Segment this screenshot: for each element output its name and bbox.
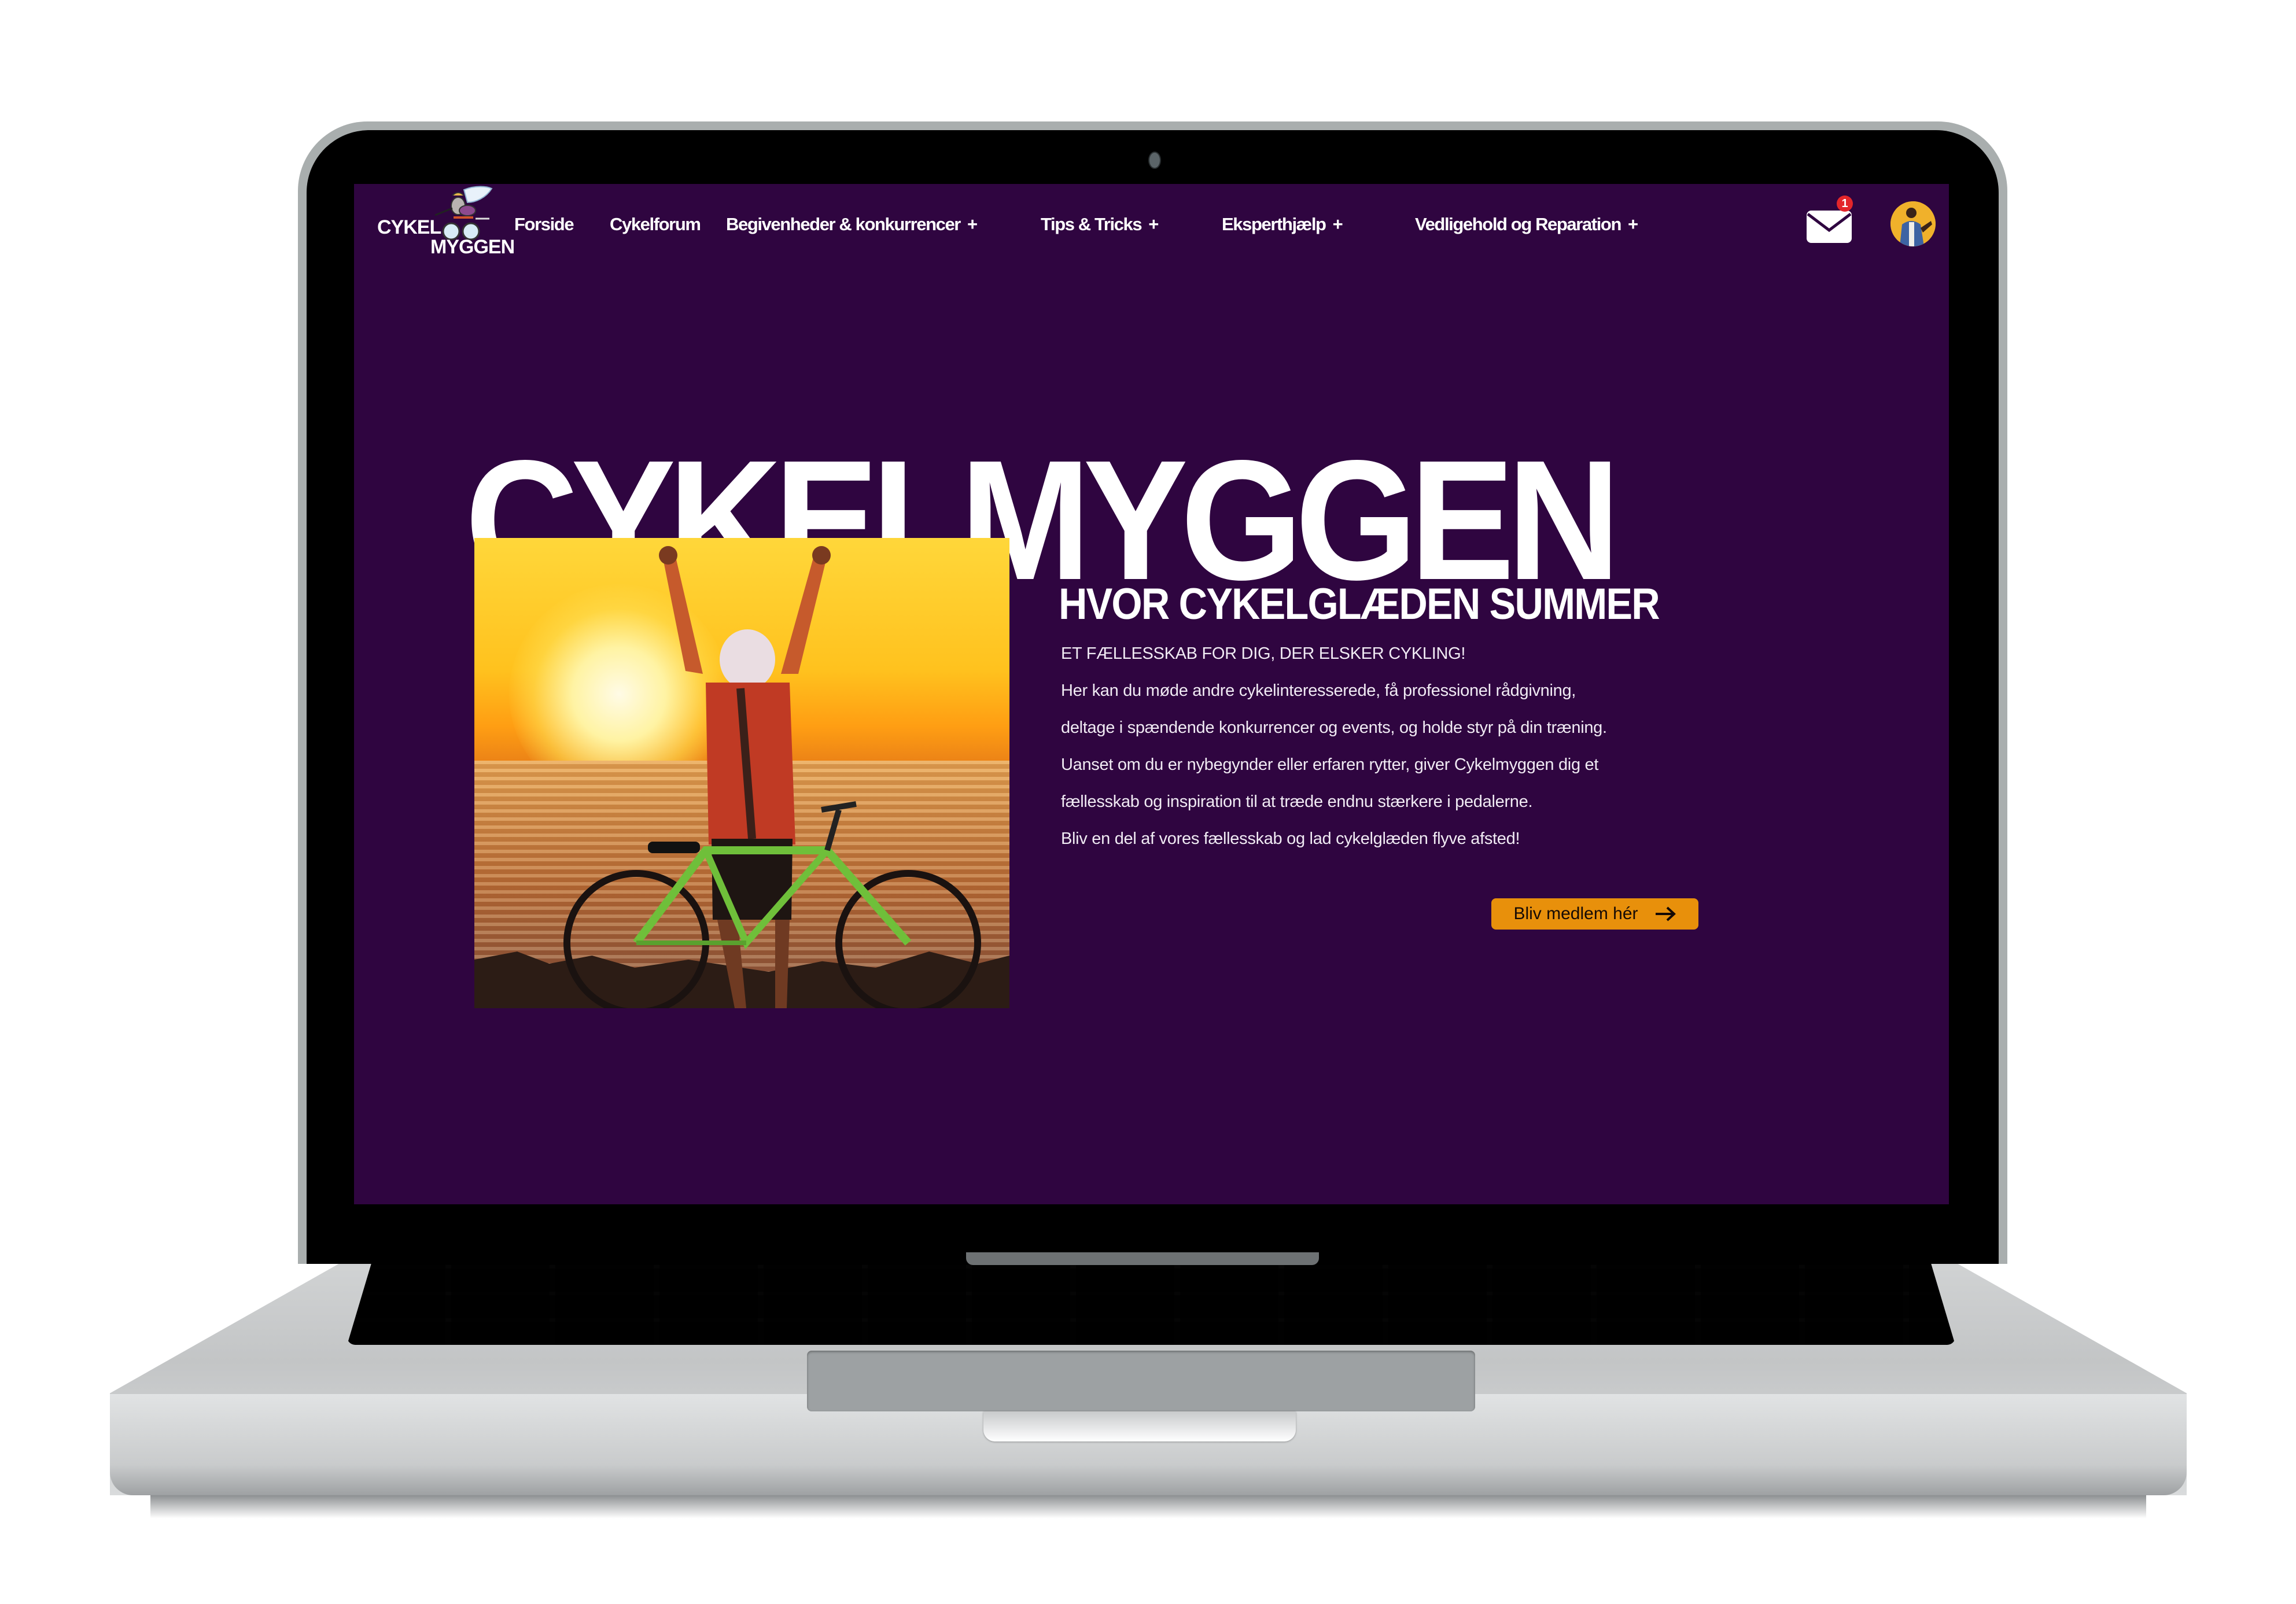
laptop-hinge	[966, 1252, 1319, 1265]
nav-item-eksperthjaelp[interactable]: Eksperthjælp +	[1222, 214, 1343, 235]
laptop-keyboard	[347, 1264, 1955, 1345]
laptop-lid-notch	[983, 1411, 1296, 1441]
plus-icon: +	[967, 214, 978, 234]
hero-subtitle: HVOR CYKELGLÆDEN SUMMER	[1059, 580, 1660, 629]
nav-item-label: Begivenheder & konkurrencer	[726, 214, 961, 234]
hero-text-line: Uanset om du er nybegynder eller erfaren…	[1061, 755, 1599, 774]
plus-icon: +	[1627, 214, 1638, 234]
user-avatar[interactable]	[1890, 201, 1936, 246]
nav-item-begivenheder[interactable]: Begivenheder & konkurrencer +	[726, 214, 978, 235]
nav-item-cykelforum[interactable]: Cykelforum	[610, 214, 701, 235]
plus-icon: +	[1148, 214, 1159, 234]
logo-text-myggen: MYGGEN	[430, 236, 515, 258]
notification-badge: 1	[1837, 196, 1853, 212]
nav-item-label: Eksperthjælp	[1222, 214, 1326, 234]
user-photo-icon	[1890, 201, 1936, 246]
hero-body: ET FÆLLESSKAB FOR DIG, DER ELSKER CYKLIN…	[1061, 635, 1755, 857]
hero-text-line: deltage i spændende konkurrencer og even…	[1061, 718, 1607, 737]
nav-item-label: Tips & Tricks	[1041, 214, 1143, 234]
plus-icon: +	[1332, 214, 1343, 234]
nav-item-tips-tricks[interactable]: Tips & Tricks +	[1041, 214, 1159, 235]
website-viewport: CYKEL MYGGEN Forside Cykelforum Begivenh…	[354, 184, 1949, 1204]
hero-text-line: Bliv en del af vores fællesskab og lad c…	[1061, 829, 1520, 848]
hero-tagline: ET FÆLLESSKAB FOR DIG, DER ELSKER CYKLIN…	[1061, 644, 1466, 663]
nav-item-vedligehold[interactable]: Vedligehold og Reparation +	[1415, 214, 1638, 235]
laptop-trackpad	[807, 1351, 1475, 1411]
cyclist-silhouette	[563, 546, 981, 1008]
webcam-icon	[1148, 152, 1161, 169]
hero-image	[474, 538, 1009, 1008]
nav-item-label: Cykelforum	[610, 214, 701, 234]
site-logo[interactable]: CYKEL MYGGEN	[377, 184, 516, 259]
hero-text-line: fællesskab og inspiration til at træde e…	[1061, 792, 1533, 811]
site-header: CYKEL MYGGEN Forside Cykelforum Begivenh…	[354, 184, 1949, 265]
become-member-label: Bliv medlem hér	[1513, 904, 1638, 923]
hero-text-line: Her kan du møde andre cykelinteresserede…	[1061, 681, 1576, 700]
nav-item-forside[interactable]: Forside	[514, 214, 574, 235]
become-member-button[interactable]: Bliv medlem hér	[1491, 898, 1698, 930]
nav-item-label: Forside	[514, 214, 574, 234]
nav-item-label: Vedligehold og Reparation	[1415, 214, 1621, 234]
arrow-right-icon	[1655, 906, 1676, 921]
laptop-shadow	[150, 1495, 2146, 1518]
